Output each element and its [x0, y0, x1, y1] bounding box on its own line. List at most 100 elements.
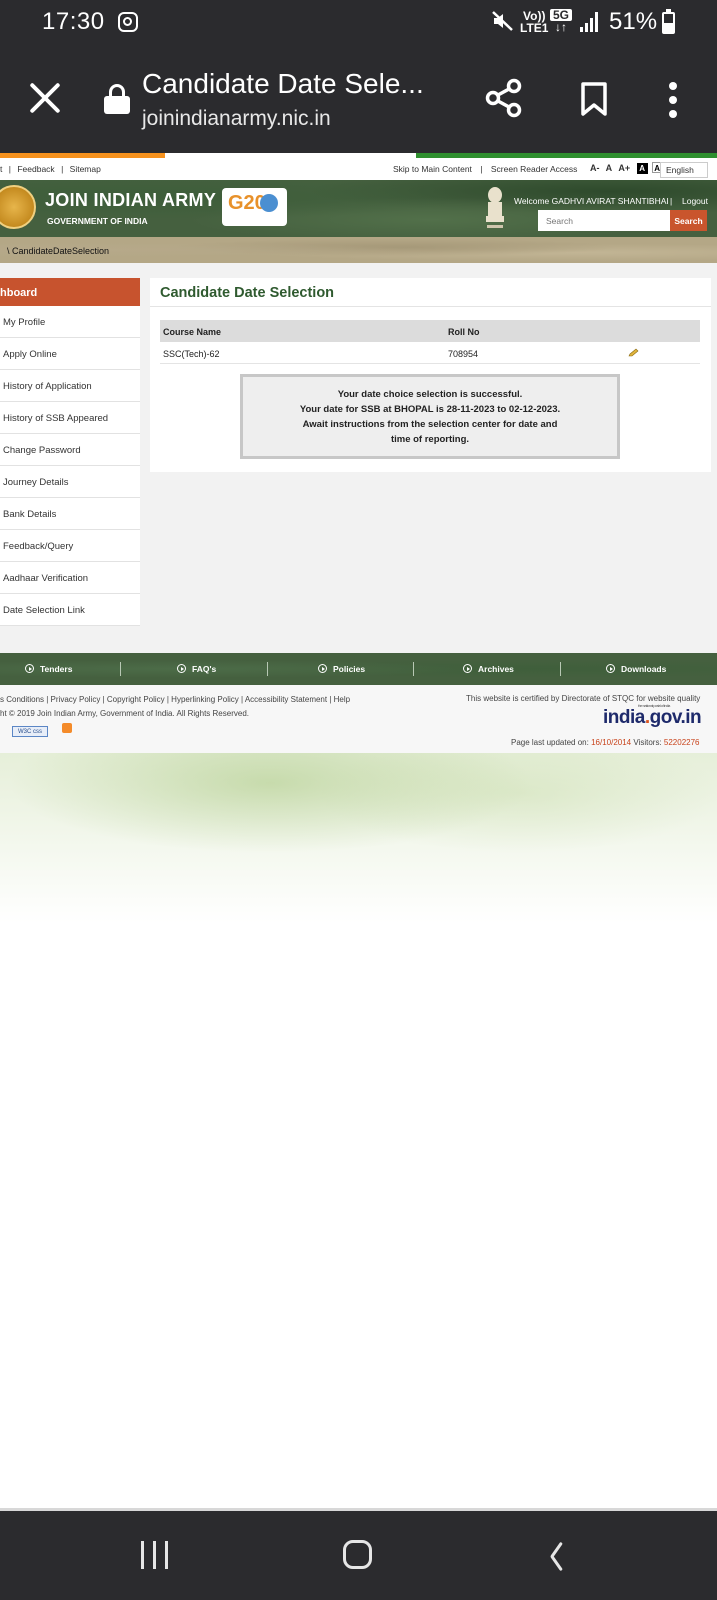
updated-date: 16/10/2014	[591, 738, 632, 747]
arrow-circle-icon	[25, 664, 34, 673]
contrast-dark-button[interactable]: A	[636, 163, 648, 174]
main-title: Candidate Date Selection	[160, 285, 335, 301]
footer-link-label: Policies	[333, 664, 366, 674]
message-line: Your date for SSB at BHOPAL is 28-11-202…	[299, 404, 561, 415]
font-normal-button[interactable]: A	[606, 163, 613, 173]
footer-link-archives[interactable]: Archives	[463, 664, 514, 674]
util-link-partial[interactable]: t	[0, 164, 2, 174]
search-input[interactable]	[538, 210, 671, 231]
sidebar-item-bank-details[interactable]: Bank Details	[0, 498, 140, 530]
font-size-controls: A- A A+ AA	[590, 162, 667, 174]
cell-course: SSC(Tech)-62	[163, 349, 220, 359]
more-icon[interactable]	[666, 82, 680, 118]
recents-icon[interactable]	[141, 1541, 171, 1571]
battery-icon	[662, 9, 675, 34]
footer-link-tenders[interactable]: Tenders	[25, 664, 72, 674]
signal-icon	[580, 12, 602, 32]
footer-link-label: Tenders	[40, 664, 73, 674]
page-background-glow	[0, 753, 717, 923]
success-message: Your date choice selection is successful…	[240, 374, 620, 459]
font-increase-button[interactable]: A+	[618, 163, 630, 173]
india-gov-logo[interactable]: the national portal of india india.gov.i…	[603, 703, 702, 729]
feedback-link[interactable]: Feedback	[17, 164, 54, 174]
footer-link-label: Archives	[478, 664, 514, 674]
edit-icon[interactable]	[628, 348, 639, 357]
footer-nav-divider	[267, 662, 268, 676]
message-line: Await instructions from the selection ce…	[302, 419, 558, 430]
util-separator: |	[61, 164, 64, 174]
font-decrease-button[interactable]: A-	[590, 163, 600, 173]
system-nav-bar	[0, 1508, 717, 1600]
title-divider	[150, 306, 711, 307]
sitemap-link[interactable]: Sitemap	[70, 164, 101, 174]
column-course-name: Course Name	[163, 327, 222, 337]
network-type: 5G ↓↑	[550, 9, 573, 34]
sidebar-heading[interactable]: hboard	[0, 278, 140, 306]
sidebar-item-change-password[interactable]: Change Password	[0, 434, 140, 466]
footer-nav-divider	[120, 662, 121, 676]
table-header: Course Name Roll No	[160, 320, 700, 342]
sidebar-item-aadhaar-verification[interactable]: Aadhaar Verification	[0, 562, 140, 594]
welcome-text: Welcome GADHVI AVIRAT SHANTIBHAI	[514, 196, 669, 206]
util-separator: |	[8, 164, 11, 174]
bookmark-icon[interactable]	[580, 82, 608, 116]
status-time: 17:30	[42, 8, 105, 35]
util-links-left: t | Feedback | Sitemap	[0, 164, 105, 174]
g20-logo: G20	[222, 188, 287, 226]
sidebar-item-journey-details[interactable]: Journey Details	[0, 466, 140, 498]
stqc-certification: This website is certified by Directorate…	[466, 694, 701, 703]
footer-nav: Tenders FAQ's Policies Archives Download…	[0, 653, 717, 685]
india-portal-tld: gov.in	[649, 707, 702, 728]
site-name[interactable]: JOIN INDIAN ARMY	[45, 190, 216, 211]
sidebar-item-my-profile[interactable]: My Profile	[0, 306, 140, 338]
rss-icon[interactable]	[62, 723, 73, 733]
page-url: joinindianarmy.nic.in	[142, 107, 331, 130]
india-portal-tagline: the national portal of india	[638, 703, 670, 708]
footer-link-label: Downloads	[621, 664, 667, 674]
language-value: English	[666, 165, 694, 175]
close-icon[interactable]	[27, 80, 63, 116]
cell-roll: 708954	[448, 349, 479, 359]
breadcrumb-bar: \ CandidateDateSelection	[0, 237, 717, 263]
logout-link[interactable]: Logout	[682, 196, 708, 206]
page-updated: Page last updated on: 16/10/2014 Visitor…	[511, 738, 700, 747]
message-line: time of reporting.	[390, 434, 470, 445]
network-arrows: ↓↑	[555, 20, 567, 34]
footer-link-faqs[interactable]: FAQ's	[177, 664, 216, 674]
footer-policy-links[interactable]: s Conditions | Privacy Policy | Copyrigh…	[0, 695, 350, 704]
header-separator: |	[670, 196, 673, 206]
breadcrumb[interactable]: \ CandidateDateSelection	[7, 246, 109, 256]
screen-reader-link[interactable]: Screen Reader Access	[491, 164, 577, 174]
lock-icon	[104, 84, 130, 114]
skip-main-link[interactable]: Skip to Main Content	[393, 164, 472, 174]
footer-info: s Conditions | Privacy Policy | Copyrigh…	[0, 685, 717, 753]
footer-link-policies[interactable]: Policies	[318, 664, 365, 674]
sidebar-item-date-selection[interactable]: Date Selection Link	[0, 594, 140, 626]
message-line: Your date choice selection is successful…	[337, 389, 523, 400]
language-select[interactable]: English ⌄	[660, 162, 708, 185]
util-separator: |	[480, 164, 483, 174]
arrow-circle-icon	[606, 664, 615, 673]
national-emblem-icon	[484, 185, 506, 231]
w3c-badge[interactable]: W3C css	[12, 726, 48, 737]
web-content: t | Feedback | Sitemap Skip to Main Cont…	[0, 153, 717, 753]
sidebar-item-history-application[interactable]: History of Application	[0, 370, 140, 402]
site-subtitle: GOVERNMENT OF INDIA	[47, 216, 148, 226]
volte-indicator: Vo)) LTE1	[520, 10, 548, 34]
army-logo[interactable]	[0, 185, 36, 229]
search-button[interactable]: Search	[670, 210, 707, 231]
utility-bar: t | Feedback | Sitemap Skip to Main Cont…	[0, 158, 717, 185]
sidebar-item-feedback-query[interactable]: Feedback/Query	[0, 530, 140, 562]
home-icon[interactable]	[343, 1540, 372, 1569]
sidebar-item-apply-online[interactable]: Apply Online	[0, 338, 140, 370]
updated-label: Page last updated on:	[511, 738, 589, 747]
footer-link-downloads[interactable]: Downloads	[606, 664, 666, 674]
table-row: SSC(Tech)-62 708954	[160, 342, 700, 364]
back-icon[interactable]	[549, 1541, 565, 1571]
mute-icon	[491, 9, 515, 39]
sidebar-item-history-ssb[interactable]: History of SSB Appeared	[0, 402, 140, 434]
browser-chrome: 17:30 Vo)) LTE1 5G ↓↑ 51% Candidate Date…	[0, 0, 717, 153]
site-header: JOIN INDIAN ARMY GOVERNMENT OF INDIA G20…	[0, 180, 717, 237]
share-icon[interactable]	[484, 78, 524, 118]
sidebar: hboard My Profile Apply Online History o…	[0, 278, 140, 626]
